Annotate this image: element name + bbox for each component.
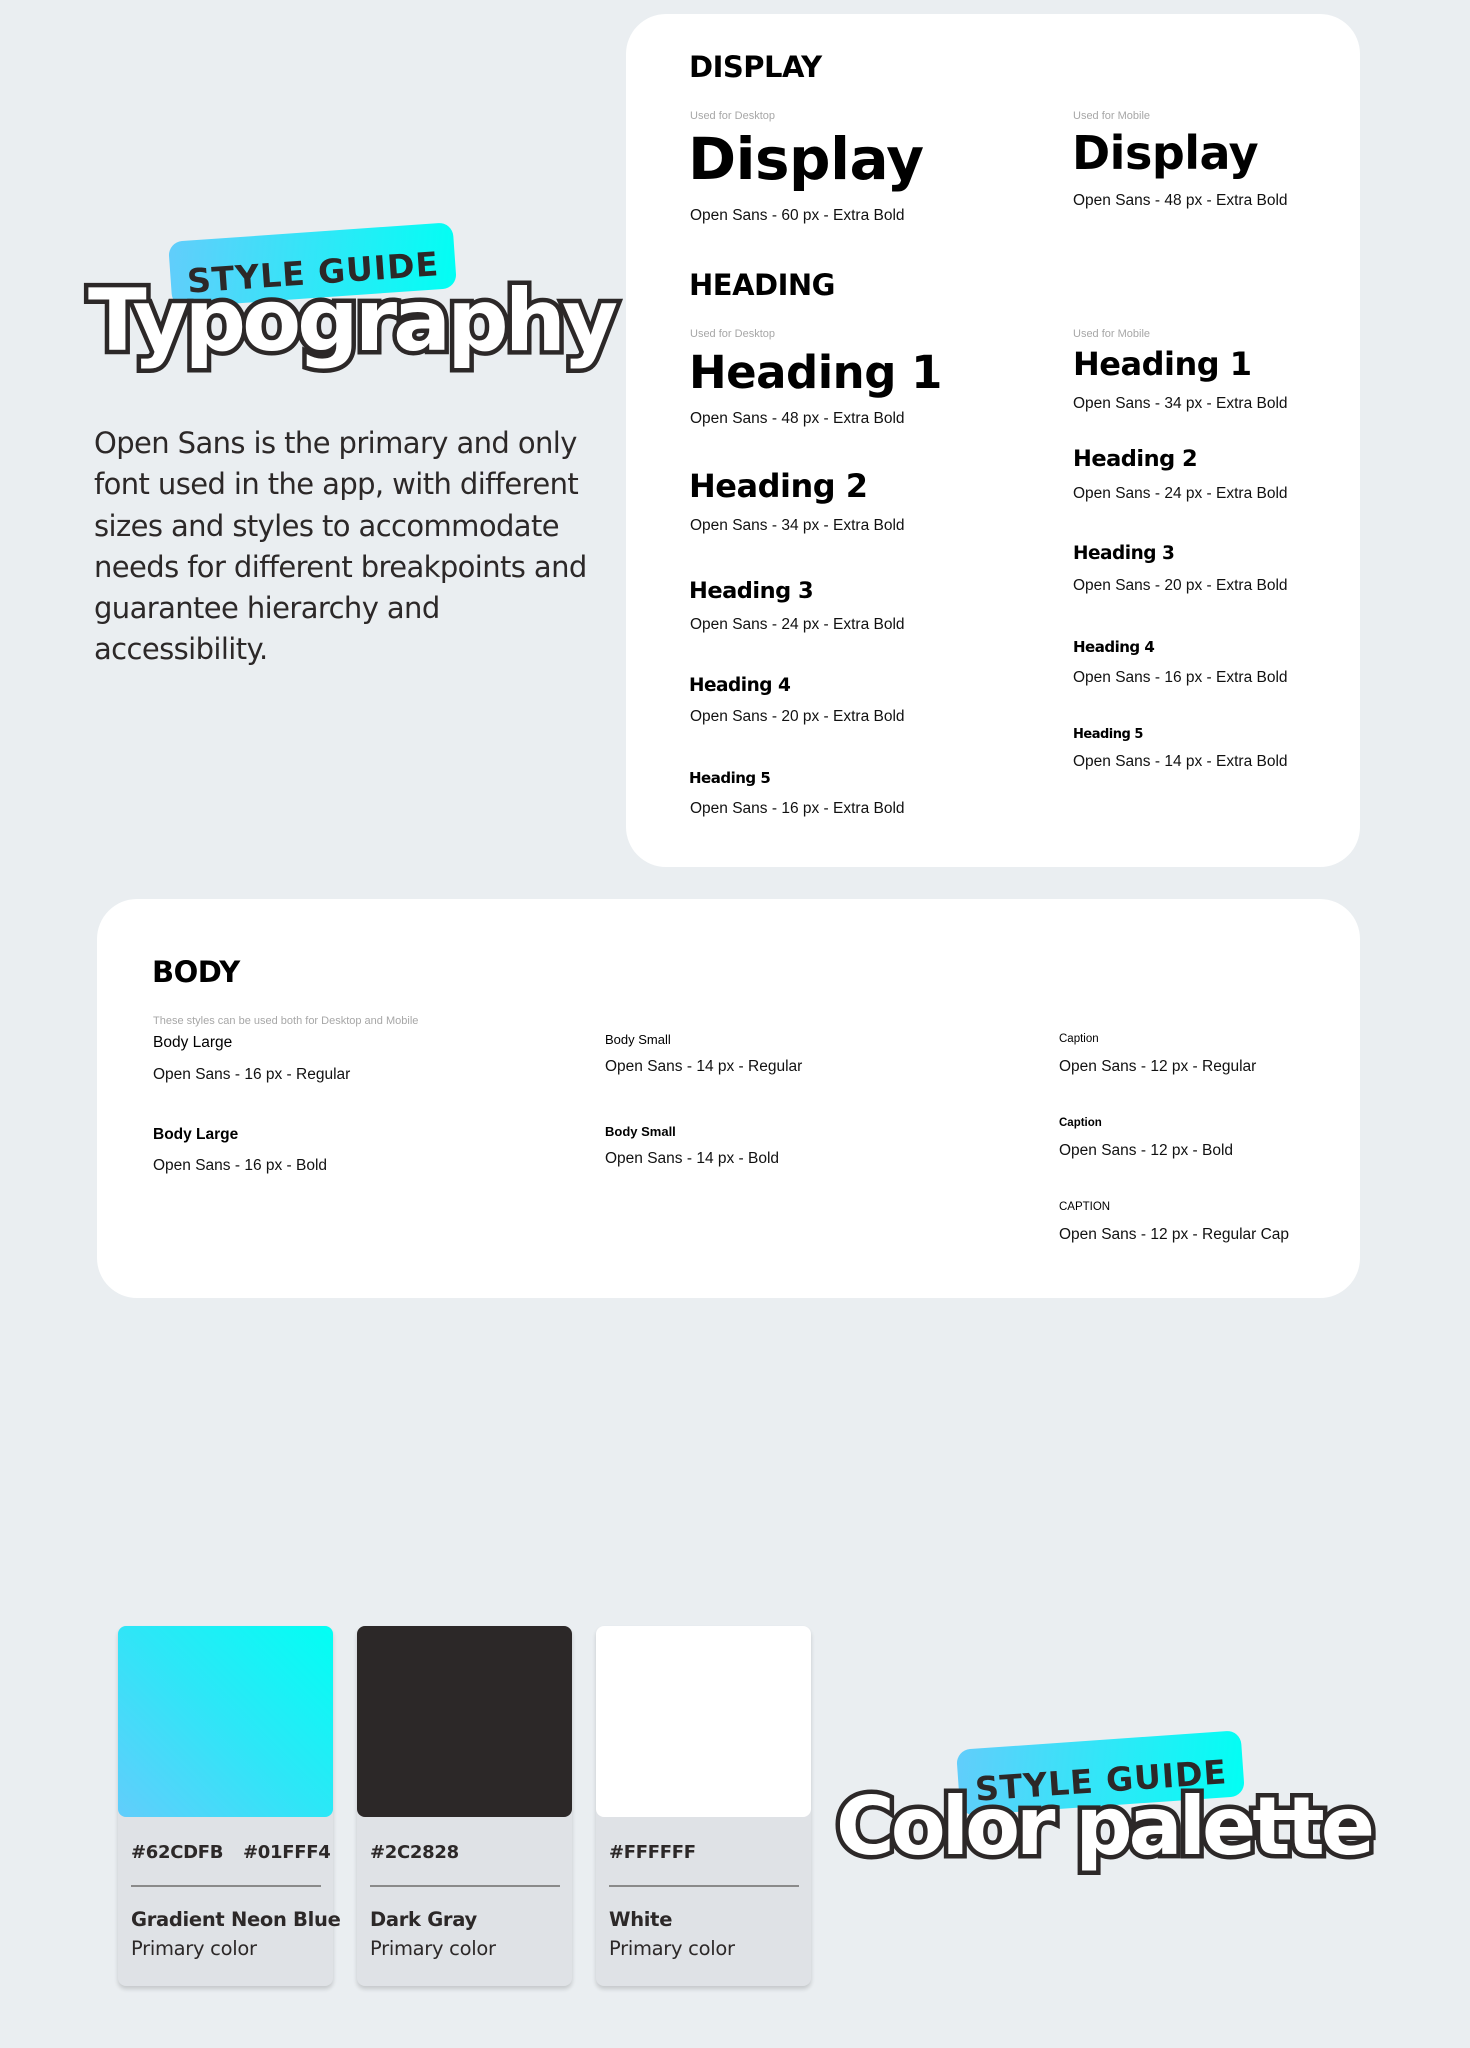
- color-hex-1b: #01FFF4: [243, 1842, 331, 1863]
- heading-desktop-h2-spec: Open Sans - 34 px - Extra Bold: [690, 517, 905, 534]
- caption-regular-sample: Caption: [1059, 1033, 1099, 1045]
- display-desktop-sample: Display: [688, 125, 924, 193]
- color-divider-1: [131, 1885, 321, 1887]
- display-desktop-used-for: Used for Desktop: [690, 110, 775, 122]
- heading-desktop-h1-sample: Heading 1: [689, 346, 942, 399]
- heading-desktop-h4-spec: Open Sans - 20 px - Extra Bold: [690, 708, 905, 725]
- heading-mobile-h2-spec: Open Sans - 24 px - Extra Bold: [1073, 485, 1288, 502]
- color-name-2: Dark Gray: [370, 1908, 477, 1931]
- typography-title: Typography: [83, 271, 622, 371]
- color-role-1: Primary color: [131, 1937, 257, 1960]
- body-small-regular-spec: Open Sans - 14 px - Regular: [605, 1058, 803, 1075]
- heading-mobile-h4-sample: Heading 4: [1073, 638, 1155, 656]
- caption-caps-spec: Open Sans - 12 px - Regular Cap: [1059, 1226, 1290, 1243]
- body-note: These styles can be used both for Deskto…: [153, 1015, 419, 1027]
- heading-mobile-used-for: Used for Mobile: [1073, 328, 1151, 340]
- color-hex-1a: #62CDFB: [131, 1842, 224, 1863]
- heading-mobile-h5-spec: Open Sans - 14 px - Extra Bold: [1073, 753, 1288, 770]
- display-mobile-sample: Display: [1072, 126, 1259, 180]
- heading-desktop-used-for: Used for Desktop: [690, 328, 775, 340]
- body-large-bold-sample: Body Large: [153, 1126, 239, 1143]
- display-desktop-spec: Open Sans - 60 px - Extra Bold: [690, 207, 905, 224]
- heading-mobile-h1-sample: Heading 1: [1073, 345, 1252, 383]
- caption-bold-spec: Open Sans - 12 px - Bold: [1059, 1142, 1234, 1159]
- color-divider-3: [609, 1885, 799, 1887]
- heading-desktop-h5-spec: Open Sans - 16 px - Extra Bold: [690, 800, 905, 817]
- color-hex-3: #FFFFFF: [609, 1842, 696, 1863]
- caption-regular-spec: Open Sans - 12 px - Regular: [1059, 1058, 1257, 1075]
- heading-mobile-h1-spec: Open Sans - 34 px - Extra Bold: [1073, 395, 1288, 412]
- heading-mobile-h3-sample: Heading 3: [1073, 543, 1175, 564]
- body-large-bold-spec: Open Sans - 16 px - Bold: [153, 1157, 328, 1174]
- heading-mobile-h2-sample: Heading 2: [1073, 446, 1198, 472]
- color-role-3: Primary color: [609, 1937, 735, 1960]
- heading-desktop-h2-sample: Heading 2: [689, 467, 868, 505]
- caption-bold-sample: Caption: [1059, 1117, 1102, 1129]
- color-swatch-gradient: [118, 1626, 333, 1817]
- color-divider-2: [370, 1885, 560, 1887]
- body-small-bold-spec: Open Sans - 14 px - Bold: [605, 1150, 780, 1167]
- color-name-3: White: [609, 1908, 673, 1931]
- color-card-dark-gray: [357, 1626, 572, 1986]
- body-small-regular-sample: Body Small: [605, 1032, 671, 1047]
- color-name-1: Gradient Neon Blue: [131, 1908, 341, 1931]
- heading-mobile-h4-spec: Open Sans - 16 px - Extra Bold: [1073, 669, 1288, 686]
- color-card-gradient-neon-blue: [118, 1626, 333, 1986]
- body-small-bold-sample: Body Small: [605, 1124, 676, 1139]
- body-large-regular-sample: Body Large: [153, 1034, 233, 1051]
- color-card-white: [596, 1626, 811, 1986]
- color-hex-2: #2C2828: [370, 1842, 459, 1863]
- color-swatch-white: [596, 1626, 811, 1817]
- display-section-title: DISPLAY: [689, 50, 822, 84]
- heading-desktop-h5-sample: Heading 5: [689, 769, 771, 787]
- color-role-2: Primary color: [370, 1937, 496, 1960]
- color-palette-title: Color palette: [831, 1780, 1379, 1873]
- heading-desktop-h3-sample: Heading 3: [689, 578, 814, 604]
- heading-mobile-h5-sample: Heading 5: [1073, 727, 1143, 742]
- caption-caps-sample: CAPTION: [1059, 1201, 1111, 1213]
- heading-section-title: HEADING: [689, 268, 835, 302]
- typography-intro: Open Sans is the primary and only font u…: [94, 426, 587, 667]
- body-large-regular-spec: Open Sans - 16 px - Regular: [153, 1066, 351, 1083]
- heading-mobile-h3-spec: Open Sans - 20 px - Extra Bold: [1073, 577, 1288, 594]
- display-mobile-spec: Open Sans - 48 px - Extra Bold: [1073, 192, 1288, 209]
- display-mobile-used-for: Used for Mobile: [1073, 110, 1151, 122]
- heading-desktop-h3-spec: Open Sans - 24 px - Extra Bold: [690, 616, 905, 633]
- heading-desktop-h4-sample: Heading 4: [689, 675, 791, 696]
- heading-desktop-h1-spec: Open Sans - 48 px - Extra Bold: [690, 410, 905, 427]
- body-section-title: BODY: [152, 955, 240, 989]
- color-swatch-dark-gray: [357, 1626, 572, 1817]
